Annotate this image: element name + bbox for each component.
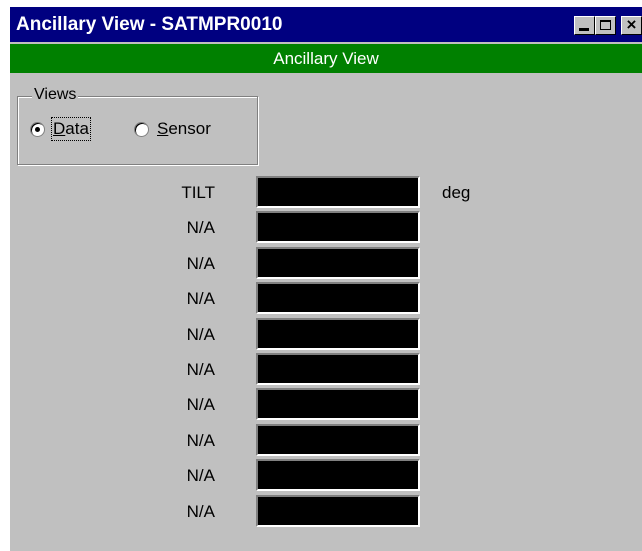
readout-row: N/A bbox=[10, 317, 610, 350]
ancillary-view-window: Ancillary View - SATMPR0010 × Ancillary … bbox=[8, 5, 642, 551]
maximize-button[interactable] bbox=[595, 16, 616, 35]
readout-row: N/A bbox=[10, 494, 610, 527]
readout-value-field bbox=[256, 388, 420, 421]
readout-label: N/A bbox=[186, 466, 215, 486]
readout-label: N/A bbox=[186, 430, 215, 450]
radio-data-indicator[interactable] bbox=[30, 121, 45, 137]
radio-data[interactable]: Data bbox=[30, 117, 91, 141]
readout-label: N/A bbox=[186, 395, 215, 415]
readout-value-field bbox=[256, 211, 420, 244]
title-bar[interactable]: Ancillary View - SATMPR0010 × bbox=[10, 7, 642, 42]
readout-label: N/A bbox=[186, 253, 215, 273]
readout-value-field bbox=[256, 494, 420, 527]
readout-value-field bbox=[256, 317, 420, 350]
readout-value-field bbox=[256, 459, 420, 492]
radio-data-label[interactable]: Data bbox=[51, 117, 91, 141]
readout-value-field bbox=[256, 282, 420, 315]
window-title: Ancillary View - SATMPR0010 bbox=[16, 14, 283, 35]
readout-label: N/A bbox=[186, 501, 215, 521]
views-group-legend: Views bbox=[32, 86, 79, 104]
radio-sensor-indicator[interactable] bbox=[134, 121, 149, 137]
readout-row: N/A bbox=[10, 388, 610, 421]
minimize-button[interactable] bbox=[574, 16, 595, 35]
readout-row: N/A bbox=[10, 282, 610, 315]
close-icon: × bbox=[626, 15, 637, 34]
readout-row: N/A bbox=[10, 211, 610, 244]
readout-row: N/A bbox=[10, 423, 610, 456]
minimize-icon bbox=[579, 28, 589, 31]
readout-row: TILT deg bbox=[10, 176, 610, 208]
readout-label: N/A bbox=[186, 360, 215, 379]
readout-row: N/A bbox=[10, 353, 610, 385]
readout-unit: deg bbox=[442, 183, 471, 202]
radio-sensor[interactable]: Sensor bbox=[134, 119, 211, 139]
readout-value-field bbox=[256, 246, 420, 279]
readout-row: N/A bbox=[10, 246, 610, 279]
readout-label: N/A bbox=[186, 289, 215, 309]
maximize-icon bbox=[600, 20, 611, 30]
readout-label: N/A bbox=[186, 324, 215, 344]
radio-sensor-label[interactable]: Sensor bbox=[157, 119, 211, 139]
readout-label: TILT bbox=[181, 183, 215, 202]
readout-value-field bbox=[256, 353, 420, 385]
readout-label: N/A bbox=[186, 218, 215, 238]
view-banner: Ancillary View bbox=[10, 44, 642, 73]
readout-value-field bbox=[256, 423, 420, 456]
readout-value-field bbox=[256, 176, 420, 208]
readout-row: N/A bbox=[10, 459, 610, 492]
views-group: Views Data Sensor bbox=[17, 86, 258, 165]
close-button[interactable]: × bbox=[621, 15, 642, 35]
